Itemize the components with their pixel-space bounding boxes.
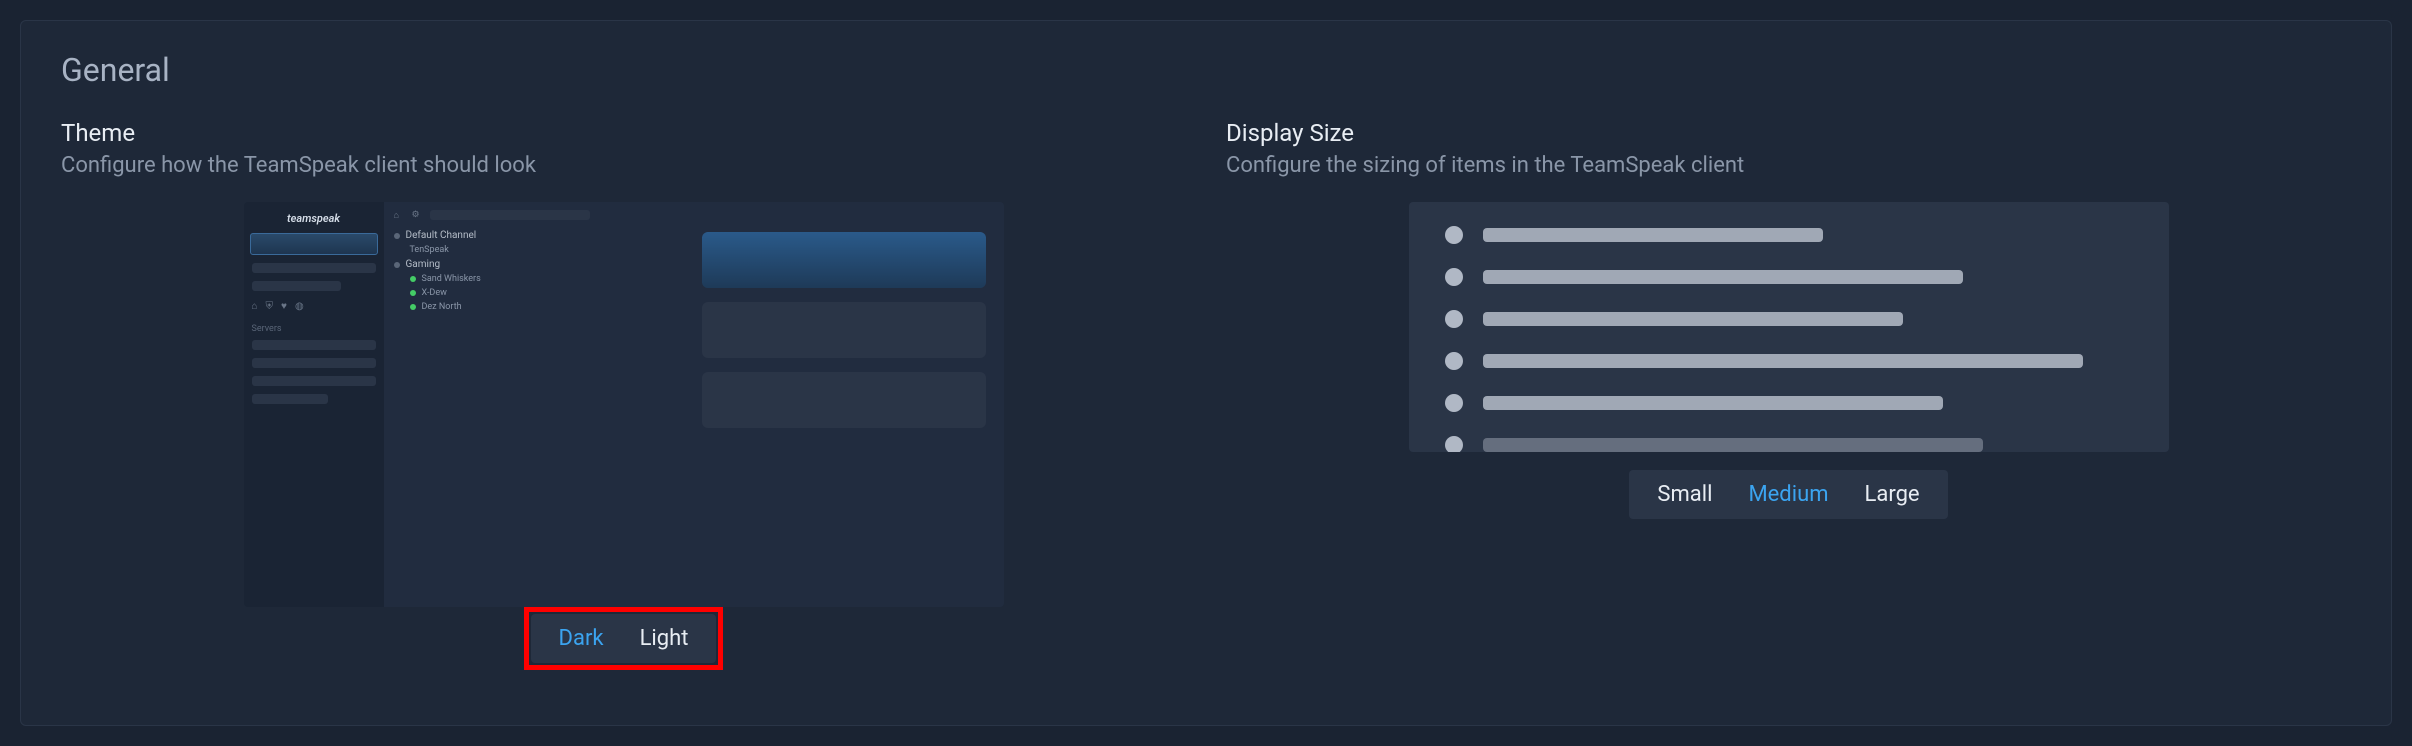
- bullet-icon: [394, 262, 400, 268]
- display-size-description: Configure the sizing of items in the Tea…: [1226, 153, 2351, 178]
- settings-columns: Theme Configure how the TeamSpeak client…: [61, 119, 2351, 670]
- dot-icon: [1445, 268, 1463, 286]
- user-icon: ⛨: [266, 301, 274, 312]
- display-size-column: Display Size Configure the sizing of ite…: [1226, 119, 2351, 670]
- theme-preview-middle: ⌂ ⚙ Default Channel TenSpeak Gaming Sand…: [384, 202, 684, 607]
- size-preview-row: [1445, 226, 2133, 244]
- channel-label: Sand Whiskers: [422, 274, 481, 284]
- status-online-icon: [410, 276, 416, 282]
- display-size-toggle-wrap: Small Medium Large: [1226, 452, 2351, 519]
- size-preview-row: [1445, 310, 2133, 328]
- theme-preview-channel: Gaming: [394, 257, 674, 272]
- theme-preview-toolbar-bar: [430, 210, 590, 220]
- theme-preview-toolbar: ⌂ ⚙: [394, 210, 674, 220]
- channel-label: X-Dew: [422, 288, 447, 298]
- size-medium-button[interactable]: Medium: [1730, 476, 1846, 513]
- theme-preview-line: [252, 358, 376, 368]
- theme-preview-servers-label: Servers: [250, 318, 378, 336]
- theme-toggle-wrap: Dark Light: [61, 607, 1186, 670]
- theme-preview-right: [684, 202, 1004, 607]
- size-large-button[interactable]: Large: [1847, 476, 1938, 513]
- theme-preview-card: [702, 372, 986, 428]
- dot-icon: [1445, 226, 1463, 244]
- theme-preview-line: [252, 340, 376, 350]
- size-preview-row: [1445, 268, 2133, 286]
- size-preview-row: [1445, 436, 2133, 452]
- globe-icon: ◍: [295, 301, 304, 312]
- home-icon: ⌂: [252, 301, 258, 312]
- theme-preview: teamspeak ⌂ ⛨ ♥ ◍ Servers: [244, 202, 1004, 607]
- display-size-toggle-group: Small Medium Large: [1629, 470, 1947, 519]
- bullet-icon: [394, 233, 400, 239]
- theme-light-button[interactable]: Light: [622, 620, 707, 657]
- theme-column: Theme Configure how the TeamSpeak client…: [61, 119, 1186, 670]
- size-preview-bar: [1483, 270, 1963, 284]
- size-preview-bar: [1483, 228, 1823, 242]
- theme-preview-channel: Sand Whiskers: [394, 272, 674, 286]
- size-preview-bar: [1483, 354, 2083, 368]
- display-size-title: Display Size: [1226, 119, 2351, 147]
- theme-dark-button[interactable]: Dark: [541, 620, 622, 657]
- home-icon: ⌂: [394, 210, 404, 220]
- theme-preview-channels: Default Channel TenSpeak Gaming Sand Whi…: [394, 228, 674, 314]
- theme-preview-channel: Dez North: [394, 300, 674, 314]
- channel-label: Gaming: [406, 259, 441, 270]
- status-online-icon: [410, 304, 416, 310]
- theme-description: Configure how the TeamSpeak client shoul…: [61, 153, 1186, 178]
- theme-preview-channel: Default Channel: [394, 228, 674, 243]
- theme-preview-line: [252, 281, 342, 291]
- dot-icon: [1445, 352, 1463, 370]
- theme-preview-line: [252, 263, 376, 273]
- theme-preview-line: [252, 394, 329, 404]
- theme-preview-active-tab: [250, 233, 378, 255]
- size-preview-bar: [1483, 438, 1983, 452]
- theme-preview-sidebar: teamspeak ⌂ ⛨ ♥ ◍ Servers: [244, 202, 384, 607]
- theme-preview-logo: teamspeak: [250, 208, 378, 229]
- size-preview-row: [1445, 352, 2133, 370]
- theme-preview-card: [702, 302, 986, 358]
- dot-icon: [1445, 310, 1463, 328]
- theme-preview-line: [252, 376, 376, 386]
- theme-preview-card: [702, 232, 986, 288]
- size-preview-row: [1445, 394, 2133, 412]
- size-preview-bar: [1483, 312, 1903, 326]
- channel-label: Default Channel: [406, 230, 477, 241]
- heart-icon: ♥: [281, 301, 287, 312]
- theme-preview-icons: ⌂ ⛨ ♥ ◍: [250, 295, 378, 318]
- general-settings-panel: General Theme Configure how the TeamSpea…: [20, 20, 2392, 726]
- section-title: General: [61, 51, 2351, 89]
- theme-preview-channel: TenSpeak: [394, 243, 674, 257]
- channel-label: TenSpeak: [410, 245, 449, 255]
- highlight-annotation: Dark Light: [524, 607, 724, 670]
- status-online-icon: [410, 290, 416, 296]
- display-size-preview: [1409, 202, 2169, 452]
- theme-preview-channel: X-Dew: [394, 286, 674, 300]
- theme-toggle-group: Dark Light: [531, 614, 717, 663]
- size-preview-bar: [1483, 396, 1943, 410]
- dot-icon: [1445, 394, 1463, 412]
- theme-title: Theme: [61, 119, 1186, 147]
- size-small-button[interactable]: Small: [1639, 476, 1730, 513]
- gear-icon: ⚙: [412, 210, 422, 220]
- channel-label: Dez North: [422, 302, 462, 312]
- dot-icon: [1445, 436, 1463, 452]
